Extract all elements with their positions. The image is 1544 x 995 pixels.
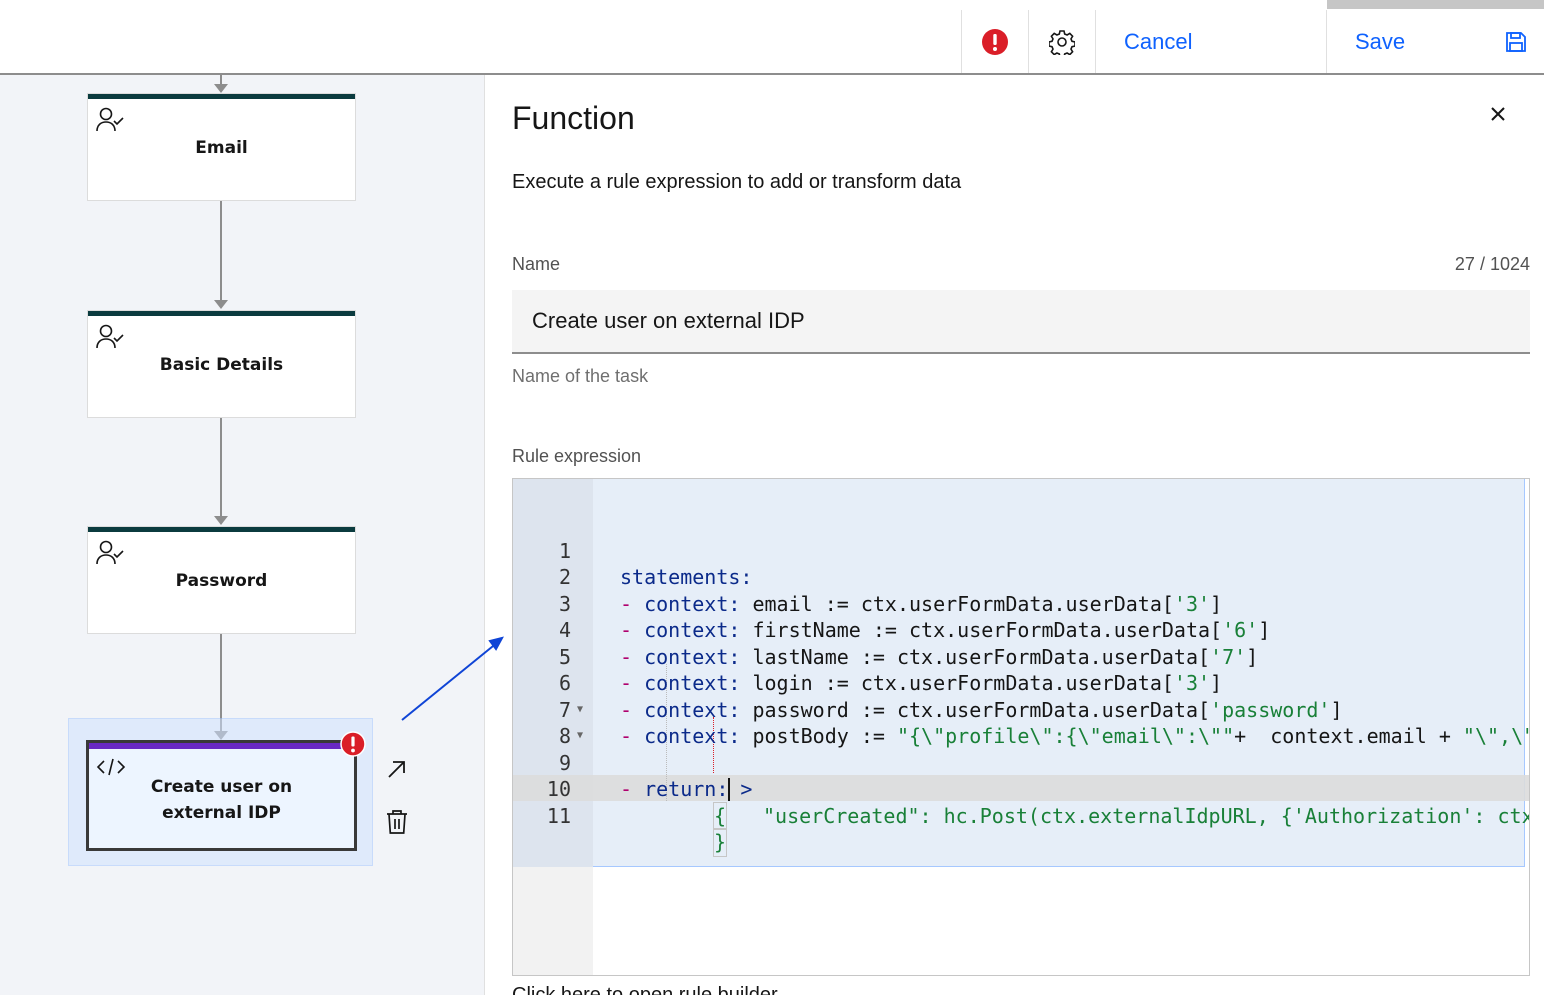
node-status-bar [88, 527, 355, 532]
name-character-counter: 27 / 1024 [1454, 254, 1530, 274]
text-cursor [728, 778, 730, 801]
fold-toggle-icon[interactable]: ▼ [577, 697, 583, 724]
save-label: Save [1355, 28, 1406, 54]
error-icon [982, 28, 1008, 55]
connector-arrow [214, 84, 228, 93]
node-title: Email [195, 138, 248, 158]
code-line: 6 - context: password := ctx.userFormDat… [513, 644, 1529, 722]
user-check-icon [96, 107, 124, 132]
header-divider [1095, 10, 1096, 73]
code-lines: 1 statements: 2 - context: email := ctx.… [513, 511, 1529, 857]
node-title: Basic Details [159, 355, 284, 375]
code-line: 1 statements: [513, 511, 1529, 590]
code-line: 10 "userCreated": hc.Post(ctx.externalId… [513, 750, 1529, 828]
open-details-button[interactable] [384, 756, 410, 782]
node-title: Password [175, 571, 268, 591]
line-number: 11 [546, 803, 571, 828]
annotation-arrow [401, 636, 504, 721]
rule-expression-label: Rule expression [512, 446, 642, 466]
code-line: 2 - context: email := ctx.userFormData.u… [513, 538, 1529, 616]
code-token: : hc.Post(ctx.externalIdpURL, {'Authoriz… [919, 803, 1530, 828]
workflow-node-create-user[interactable]: Create user on external IDP [86, 740, 357, 851]
node-status-bar [89, 743, 354, 749]
code-line: 4 - context: lastName := ctx.userFormDat… [513, 591, 1529, 669]
user-check-icon [96, 540, 124, 565]
workflow-node-password[interactable]: Password [87, 526, 356, 634]
panel-title: Function [512, 100, 635, 136]
cancel-button[interactable]: Cancel [1124, 10, 1324, 73]
code-line: 3 - context: firstName := ctx.userFormDa… [513, 564, 1529, 643]
code-line: 11 } [513, 776, 1529, 857]
user-check-icon [96, 324, 124, 349]
node-status-bar [88, 311, 355, 316]
header-toolbar: Cancel Save [0, 10, 1544, 75]
node-title: Create user on external IDP [89, 774, 354, 826]
code-line: 9 ▼ { [513, 723, 1529, 830]
node-status-bar [88, 94, 355, 99]
fold-toggle-icon[interactable]: ▼ [577, 723, 583, 750]
connector-line [220, 418, 222, 517]
name-helper-text: Name of the task [512, 366, 649, 386]
open-arrow-icon [388, 761, 405, 778]
close-icon [1491, 107, 1505, 121]
trash-icon [387, 810, 407, 834]
workflow-node-basic-details[interactable]: Basic Details [87, 310, 356, 418]
top-strip-accent [1327, 0, 1544, 9]
code-token: } [714, 830, 727, 854]
node-error-icon [340, 731, 366, 757]
code-line: 5 - context: login := ctx.userFormData.u… [513, 617, 1529, 696]
rule-expression-editor[interactable]: 1 statements: 2 - context: email := ctx.… [512, 478, 1530, 976]
canvas-divider [484, 75, 485, 995]
settings-button[interactable] [1029, 10, 1095, 73]
code-token: { [714, 803, 727, 828]
error-indicator-button[interactable] [962, 10, 1028, 73]
floppy-disk-icon [1506, 32, 1526, 52]
panel-description: Execute a rule expression to add or tran… [512, 171, 962, 193]
node-title-line: Create user on [150, 777, 293, 797]
delete-node-button[interactable] [384, 808, 410, 836]
node-title-line: external IDP [162, 803, 281, 823]
cancel-label: Cancel [1124, 28, 1193, 54]
connector-line [220, 201, 222, 301]
code-line: 8 ▼ - return: > [513, 697, 1529, 802]
name-label: Name [512, 254, 561, 274]
name-input[interactable] [512, 290, 1530, 354]
save-button[interactable]: Save [1327, 10, 1544, 73]
workflow-node-email[interactable]: Email [87, 93, 356, 201]
connector-arrow [214, 300, 228, 309]
connector-arrow [214, 516, 228, 525]
gear-icon [1049, 29, 1075, 55]
close-panel-button[interactable] [1484, 100, 1512, 128]
code-token: "userCreated" [763, 803, 920, 828]
rule-builder-hint[interactable]: Click here to open rule builder [512, 983, 778, 995]
code-line: 7 - context: postBody := "{\"profile\":{… [513, 670, 1529, 749]
